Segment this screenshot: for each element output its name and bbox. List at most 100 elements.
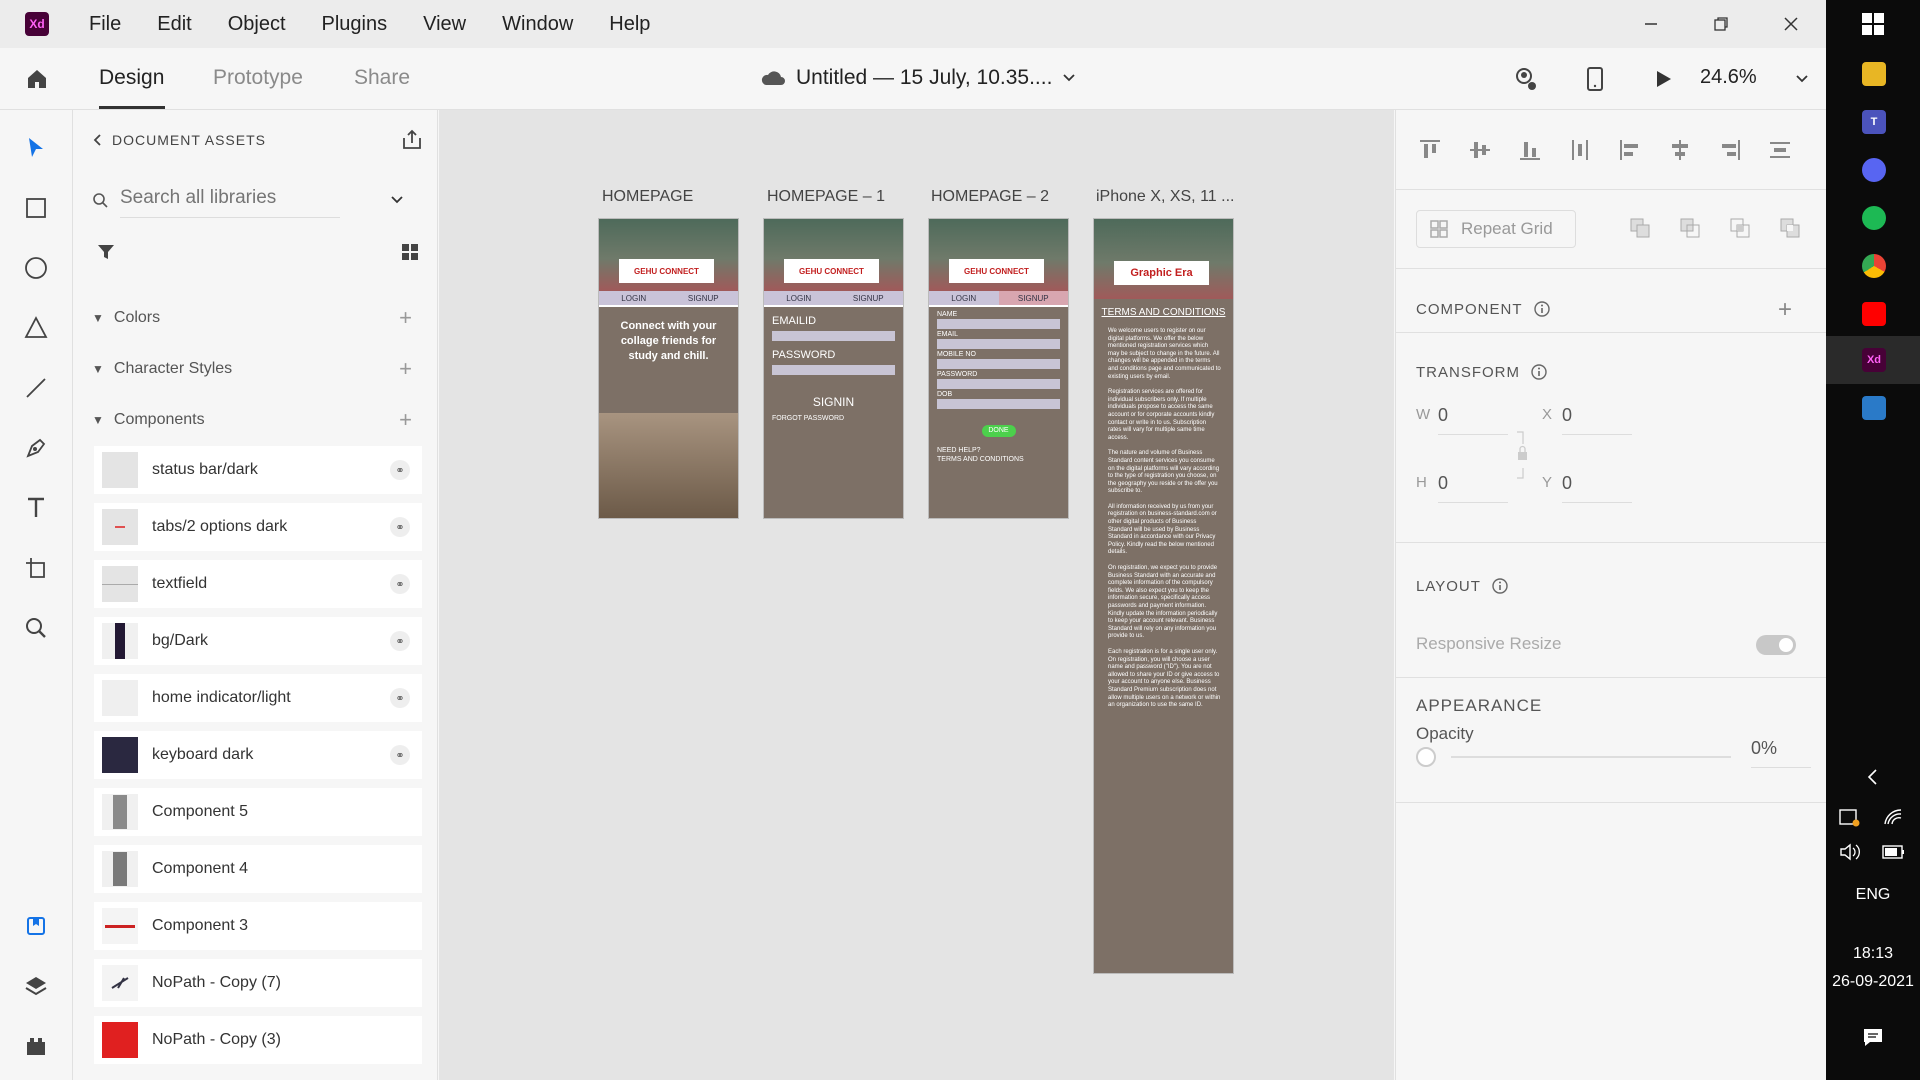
align-left-icon[interactable] [1616,136,1644,164]
align-bottom-icon[interactable] [1516,136,1544,164]
plugins-panel-icon[interactable] [20,1030,52,1062]
youtube-icon[interactable] [1862,302,1886,326]
pen-tool-icon[interactable] [20,432,52,464]
share-user-icon[interactable] [1510,64,1540,94]
align-right-icon[interactable] [1716,136,1744,164]
component-item[interactable]: home indicator/light ⚭ [94,674,422,722]
battery-icon[interactable] [1882,844,1906,865]
artboard-homepage-1[interactable]: GEHU CONNECT LOGIN SIGNUP EMAILID PASSWO… [763,218,904,519]
distribute-horizontal-icon[interactable] [1766,136,1794,164]
artboard-label-homepage[interactable]: HOMEPAGE [602,188,693,206]
info-icon[interactable] [1530,363,1548,381]
add-component-icon[interactable]: + [1778,296,1792,324]
link-icon[interactable]: ⚭ [390,460,410,480]
minimize-icon[interactable] [1616,0,1686,48]
info-icon[interactable] [1533,300,1551,318]
artboard-label-iphone[interactable]: iPhone X, XS, 11 ... [1096,188,1234,206]
notifications-icon[interactable] [1862,1026,1884,1053]
opacity-slider-knob[interactable] [1416,747,1436,767]
component-item[interactable]: status bar/dark ⚭ [94,446,422,494]
component-item[interactable]: Component 4 [94,845,422,893]
zoom-level[interactable]: 24.6% [1700,66,1757,89]
xd-taskbar-icon[interactable]: Xd [1862,348,1886,372]
add-component-icon[interactable]: + [399,407,412,433]
teams-icon[interactable]: T [1862,110,1886,134]
line-tool-icon[interactable] [20,372,52,404]
menu-plugins[interactable]: Plugins [322,13,388,36]
close-icon[interactable] [1756,0,1826,48]
opacity-slider-track[interactable] [1451,756,1731,758]
link-icon[interactable]: ⚭ [390,574,410,594]
component-item[interactable]: Component 5 [94,788,422,836]
photos-icon[interactable] [1862,396,1886,420]
design-canvas[interactable]: HOMEPAGE HOMEPAGE – 1 HOMEPAGE – 2 iPhon… [439,110,1394,1080]
y-field[interactable]: 0 [1562,473,1632,503]
menu-view[interactable]: View [423,13,466,36]
link-icon[interactable]: ⚭ [390,688,410,708]
ellipse-tool-icon[interactable] [20,252,52,284]
link-icon[interactable]: ⚭ [390,631,410,651]
component-item[interactable]: keyboard dark ⚭ [94,731,422,779]
opacity-value[interactable]: 0% [1751,738,1811,768]
tab-prototype[interactable]: Prototype [213,66,303,90]
link-icon[interactable]: ⚭ [390,517,410,537]
responsive-resize-toggle[interactable] [1756,635,1796,655]
align-top-icon[interactable] [1416,136,1444,164]
tab-share[interactable]: Share [354,66,410,90]
section-character-styles[interactable]: ▼ Character Styles + [92,356,412,382]
menu-object[interactable]: Object [228,13,286,36]
volume-icon[interactable] [1838,842,1862,867]
spotify-icon[interactable] [1862,206,1886,230]
component-item[interactable]: tabs/2 options dark ⚭ [94,503,422,551]
artboard-label-homepage-2[interactable]: HOMEPAGE – 2 [931,188,1049,206]
text-tool-icon[interactable] [20,492,52,524]
menu-help[interactable]: Help [609,13,650,36]
artboard-label-homepage-1[interactable]: HOMEPAGE – 1 [767,188,885,206]
align-middle-icon[interactable] [1466,136,1494,164]
home-icon[interactable] [22,64,52,94]
link-icon[interactable]: ⚭ [390,745,410,765]
play-preview-icon[interactable] [1648,64,1678,94]
artboard-homepage[interactable]: GEHU CONNECT LOGIN SIGNUP Connect with y… [598,218,739,519]
clock-date[interactable]: 26-09-2021 [1826,973,1920,991]
chevron-down-icon[interactable] [390,195,404,205]
restore-icon[interactable] [1686,0,1756,48]
zoom-dropdown-icon[interactable] [1787,64,1817,94]
x-field[interactable]: 0 [1562,405,1632,435]
section-components[interactable]: ▼ Components + [92,407,412,433]
component-item[interactable]: Component 3 [94,902,422,950]
polygon-tool-icon[interactable] [20,312,52,344]
layers-panel-icon[interactable] [20,970,52,1002]
windows-start-icon[interactable] [1861,12,1885,41]
chrome-icon[interactable] [1862,254,1886,278]
device-preview-icon[interactable] [1580,64,1610,94]
zoom-tool-icon[interactable] [20,612,52,644]
width-field[interactable]: 0 [1438,405,1508,435]
subtract-boolean-icon[interactable] [1676,214,1704,242]
height-field[interactable]: 0 [1438,473,1508,503]
align-center-icon[interactable] [1666,136,1694,164]
chevron-left-icon[interactable] [1866,768,1878,791]
exclude-boolean-icon[interactable] [1776,214,1804,242]
artboard-iphone-terms[interactable]: Graphic Era TERMS AND CONDITIONS We welc… [1093,218,1234,974]
grid-view-icon[interactable] [400,242,420,267]
menu-window[interactable]: Window [502,13,573,36]
component-item[interactable]: NoPath - Copy (3) [94,1016,422,1064]
repeat-grid-button[interactable]: Repeat Grid [1416,210,1576,248]
artboard-tool-icon[interactable] [20,552,52,584]
add-boolean-icon[interactable] [1626,214,1654,242]
discord-icon[interactable] [1862,158,1886,182]
filter-icon[interactable] [96,242,116,267]
distribute-vertical-icon[interactable] [1566,136,1594,164]
component-item[interactable]: textfield ⚭ [94,560,422,608]
document-title-dropdown[interactable]: Untitled — 15 July, 10.35.... [760,66,1076,90]
add-color-icon[interactable]: + [399,305,412,331]
add-character-style-icon[interactable]: + [399,356,412,382]
component-item[interactable]: bg/Dark ⚭ [94,617,422,665]
clock-time[interactable]: 18:13 [1826,945,1920,963]
search-input[interactable] [120,182,340,218]
wifi-icon[interactable] [1882,806,1904,833]
artboard-homepage-2[interactable]: GEHU CONNECT LOGIN SIGNUP NAME EMAIL MOB… [928,218,1069,519]
export-icon[interactable] [400,128,424,157]
assets-panel-icon[interactable] [20,910,52,942]
